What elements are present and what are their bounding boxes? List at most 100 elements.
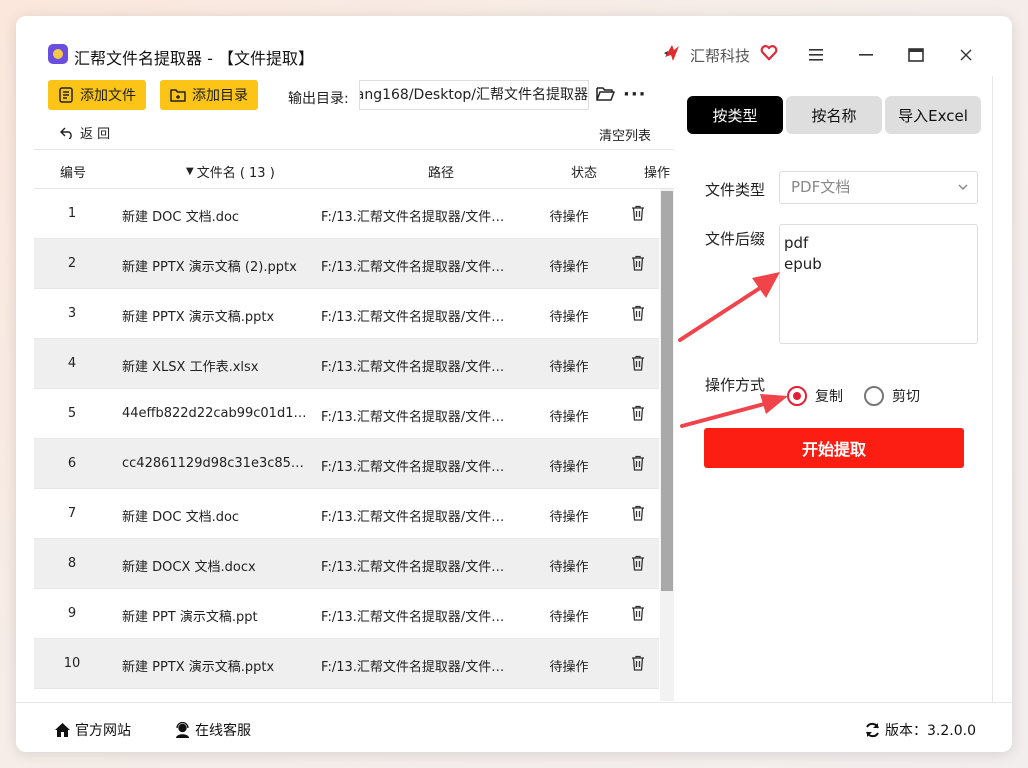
row-number: 4 (67, 356, 77, 371)
table-row[interactable]: 5 44effb822d22cab99c01d1331... F:/13.汇帮文件名… (34, 389, 659, 439)
row-number: 5 (67, 406, 77, 421)
suffix-textarea[interactable]: pdf epub (779, 224, 978, 344)
row-status: 待操作 (549, 310, 589, 325)
settings-panel: 按类型 按名称 导入Excel 文件类型 PDF文档 文件后缀 pdf epub… (675, 76, 993, 702)
maximize-icon[interactable] (902, 41, 930, 69)
folder-add-icon (170, 89, 186, 102)
brand-logo-icon (664, 45, 679, 61)
add-folder-label: 添加目录 (192, 88, 248, 104)
add-file-button[interactable]: 添加文件 (48, 80, 146, 110)
trash-icon[interactable] (631, 555, 649, 573)
mode-cut-label: 剪切 (892, 389, 920, 405)
mode-label: 操作方式 (705, 376, 766, 394)
table-row[interactable]: 1 新建 DOC 文档.doc F:/13.汇帮文件名提取器/文件/文... 待操作 (34, 189, 659, 239)
tab-import-excel[interactable]: 导入Excel (885, 96, 981, 134)
row-path: F:/13.汇帮文件名提取器/文件/文... (321, 460, 507, 475)
radio-unchecked-icon (864, 386, 884, 406)
clear-list-button[interactable]: 清空列表 (599, 125, 651, 144)
version-label: 版本：3.2.0.0 (885, 723, 976, 739)
row-file-name: 新建 PPTX 演示文稿.pptx (122, 310, 275, 325)
table-body: 1 新建 DOC 文档.doc F:/13.汇帮文件名提取器/文件/文... 待操作 2… (34, 189, 659, 689)
row-path: F:/13.汇帮文件名提取器/文件/文... (321, 510, 507, 525)
brand-name: 汇帮科技 (690, 47, 751, 65)
row-file-name: 新建 DOC 文档.doc (122, 510, 240, 525)
back-label: 返 回 (80, 127, 111, 142)
table-row[interactable]: 4 新建 XLSX 工作表.xlsx F:/13.汇帮文件名提取器/文件/文... 待… (34, 339, 659, 389)
trash-icon[interactable] (631, 455, 649, 473)
row-status: 待操作 (549, 410, 589, 425)
trash-icon[interactable] (631, 605, 649, 623)
table-header: 编号 ▼ 文件名 ( 13 ) 路径 状态 操作 (34, 149, 674, 189)
scrollbar-thumb[interactable] (661, 191, 673, 591)
sort-desc-icon: ▼ (186, 166, 194, 177)
tab-by-name[interactable]: 按名称 (786, 96, 882, 134)
trash-icon[interactable] (631, 355, 649, 373)
table-row[interactable]: 7 新建 DOC 文档.doc F:/13.汇帮文件名提取器/文件/文... 待操作 (34, 489, 659, 539)
back-button[interactable]: 返 回 (60, 123, 110, 142)
row-status: 待操作 (549, 360, 589, 375)
trash-icon[interactable] (631, 205, 649, 223)
table-row[interactable]: 6 cc42861129d98c31e3c8559e5... F:/13.汇帮文件名… (34, 439, 659, 489)
row-file-name: 新建 XLSX 工作表.xlsx (122, 360, 259, 375)
file-type-select[interactable]: PDF文档 (779, 171, 978, 204)
row-status: 待操作 (549, 210, 589, 225)
close-icon[interactable] (952, 41, 980, 69)
add-file-label: 添加文件 (80, 88, 136, 104)
trash-icon[interactable] (631, 255, 649, 273)
heart-icon[interactable] (760, 44, 778, 62)
back-arrow-icon (60, 127, 72, 139)
minimize-icon[interactable] (852, 41, 880, 69)
row-path: F:/13.汇帮文件名提取器/文件/文... (321, 260, 507, 275)
file-type-value: PDF文档 (791, 178, 851, 196)
suffix-label: 文件后缀 (705, 230, 766, 248)
app-logo-icon (48, 44, 68, 64)
menu-icon[interactable] (802, 41, 830, 69)
col-name-header[interactable]: ▼ 文件名 ( 13 ) (186, 162, 275, 181)
file-type-label: 文件类型 (705, 181, 766, 199)
tab-by-type[interactable]: 按类型 (687, 96, 783, 134)
row-number: 8 (67, 556, 77, 571)
row-file-name: 新建 PPTX 演示文稿.pptx (122, 660, 275, 675)
row-number: 1 (67, 206, 77, 221)
table-row[interactable]: 3 新建 PPTX 演示文稿.pptx F:/13.汇帮文件名提取器/文件/文...… (34, 289, 659, 339)
table-row[interactable]: 9 新建 PPT 演示文稿.ppt F:/13.汇帮文件名提取器/文件/文... 待操… (34, 589, 659, 639)
add-folder-button[interactable]: 添加目录 (160, 80, 258, 110)
more-options-icon[interactable]: ··· (623, 84, 647, 105)
table-row[interactable]: 10 新建 PPTX 演示文稿.pptx F:/13.汇帮文件名提取器/文件/文..… (34, 639, 659, 689)
online-service-link[interactable]: 在线客服 (174, 720, 251, 740)
col-num-header: 编号 (60, 166, 87, 181)
row-path: F:/13.汇帮文件名提取器/文件/文... (321, 560, 507, 575)
trash-icon[interactable] (631, 505, 649, 523)
table-row[interactable]: 2 新建 PPTX 演示文稿 (2).pptx F:/13.汇帮文件名提取器/文件/… (34, 239, 659, 289)
trash-icon[interactable] (631, 305, 649, 323)
table-scrollbar[interactable] (660, 189, 674, 701)
status-bar: 官方网站 在线客服 版本：3.2.0.0 (16, 702, 1012, 752)
row-file-name: 新建 DOCX 文档.docx (122, 560, 256, 575)
chevron-down-icon (957, 172, 969, 215)
mode-copy-radio[interactable]: 复制 (787, 386, 843, 406)
open-folder-icon[interactable] (596, 86, 615, 102)
file-table: 编号 ▼ 文件名 ( 13 ) 路径 状态 操作 1 新建 DOC 文档.doc F… (34, 149, 674, 701)
mode-cut-radio[interactable]: 剪切 (864, 386, 920, 406)
row-file-name: 44effb822d22cab99c01d1331... (122, 406, 308, 421)
row-file-name: cc42861129d98c31e3c8559e5... (122, 456, 308, 471)
row-status: 待操作 (549, 260, 589, 275)
row-status: 待操作 (549, 610, 589, 625)
trash-icon[interactable] (631, 655, 649, 673)
table-row[interactable]: 8 新建 DOCX 文档.docx F:/13.汇帮文件名提取器/文件/文... 待操… (34, 539, 659, 589)
official-website-link[interactable]: 官方网站 (54, 720, 131, 740)
home-icon (55, 723, 70, 737)
output-dir-field[interactable]: ang168/Desktop/汇帮文件名提取器 (359, 80, 589, 110)
row-path: F:/13.汇帮文件名提取器/文件/文... (321, 210, 507, 225)
row-number: 6 (67, 456, 77, 471)
official-website-label: 官方网站 (75, 723, 131, 739)
row-status: 待操作 (549, 460, 589, 475)
refresh-icon (866, 722, 879, 738)
row-status: 待操作 (549, 660, 589, 675)
start-extract-button[interactable]: 开始提取 (704, 428, 964, 468)
col-name-header-label: 文件名 ( 13 ) (196, 166, 275, 181)
version-info[interactable]: 版本：3.2.0.0 (864, 720, 976, 740)
online-service-label: 在线客服 (195, 723, 251, 739)
trash-icon[interactable] (631, 405, 649, 423)
headset-icon (176, 722, 189, 738)
